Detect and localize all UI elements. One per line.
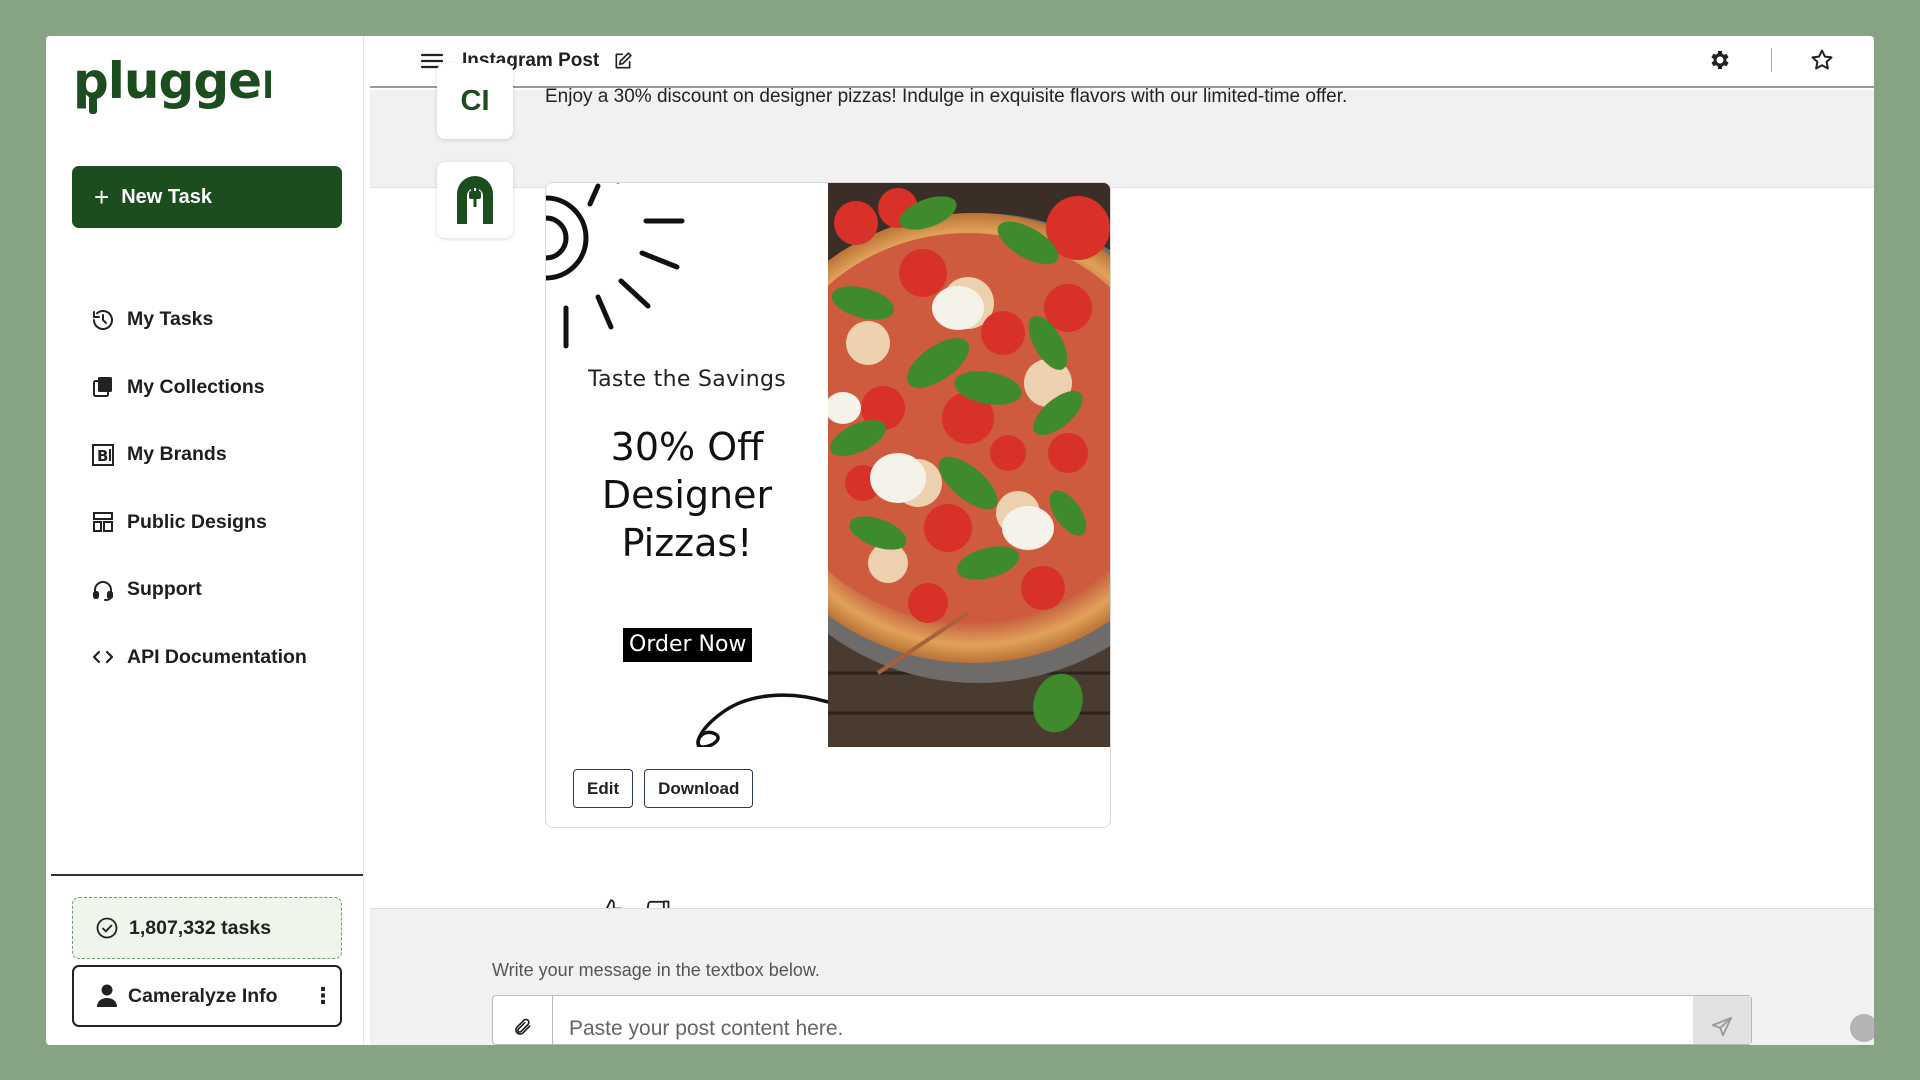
generated-design-image[interactable]: Taste the Savings 30% Off Designer Pizza…	[546, 183, 1110, 747]
edit-title-icon[interactable]	[613, 51, 633, 71]
sidebar-item-label: My Tasks	[127, 308, 214, 331]
send-button[interactable]	[1693, 996, 1751, 1044]
user-account-button[interactable]: Cameralyze Info ⋮	[72, 965, 342, 1027]
sidebar-item-label: Public Designs	[127, 510, 267, 533]
templates-icon	[93, 512, 113, 533]
collections-icon	[93, 377, 112, 398]
sidebar-item-my-collections[interactable]: My Collections	[91, 354, 351, 422]
headline-line: Designer	[601, 473, 773, 517]
bot-avatar	[437, 162, 513, 238]
paperclip-icon	[514, 1018, 530, 1035]
message-composer	[492, 995, 1752, 1045]
sidebar-item-my-brands[interactable]: B My Brands	[91, 421, 351, 489]
brand-icon: B	[92, 443, 114, 466]
plus-icon: +	[94, 182, 110, 212]
sidebar-item-my-tasks[interactable]: My Tasks	[91, 286, 351, 354]
sidebar-item-api-documentation[interactable]: API Documentation	[91, 624, 351, 692]
composer-hint: Write your message in the textbox below.	[492, 960, 820, 980]
svg-text:B: B	[97, 447, 108, 465]
edit-button[interactable]: Edit	[573, 769, 634, 808]
tasks-count-label: 1,807,332 tasks	[129, 916, 272, 939]
topbar-separator	[1771, 48, 1772, 72]
user-message-text: Enjoy a 30% discount on designer pizzas!…	[545, 86, 1348, 107]
sidebar-nav: My Tasks My Collections B My Brands Publ…	[91, 286, 351, 691]
user-name: Cameralyze Info	[128, 984, 278, 1007]
new-task-button[interactable]: + New Task	[72, 166, 342, 228]
sidebar-item-support[interactable]: Support	[91, 556, 351, 624]
plugger-bot-icon	[457, 176, 493, 224]
design-text-panel: Taste the Savings 30% Off Designer Pizza…	[546, 183, 828, 747]
sidebar-item-public-designs[interactable]: Public Designs	[91, 489, 351, 557]
history-icon	[93, 309, 113, 330]
sidebar-divider	[51, 874, 363, 876]
message-input[interactable]	[553, 996, 1693, 1044]
sun-doodle	[546, 183, 685, 349]
headset-icon	[93, 580, 113, 601]
swirl-doodle	[696, 693, 828, 747]
scroll-to-bottom-button[interactable]	[1850, 1014, 1878, 1042]
new-task-label: New Task	[121, 185, 212, 208]
pizza-photo	[828, 183, 1110, 747]
design-actions: Edit Download	[573, 769, 754, 808]
sidebar-item-label: API Documentation	[127, 645, 307, 668]
design-tagline: Taste the Savings	[587, 367, 787, 392]
attach-button[interactable]	[493, 996, 553, 1044]
tasks-count-badge: 1,807,332 tasks	[72, 897, 342, 959]
star-icon[interactable]	[1810, 48, 1834, 72]
more-vertical-icon[interactable]: ⋮	[306, 983, 340, 1009]
sidebar: plugger + New Task My Tasks My Collectio…	[46, 36, 364, 1045]
top-actions	[1707, 48, 1834, 72]
logo-text: plugger	[73, 52, 271, 110]
send-icon	[1711, 1016, 1733, 1037]
code-icon	[92, 651, 114, 664]
sidebar-item-label: My Brands	[127, 443, 227, 466]
user-icon	[97, 984, 117, 1007]
pizza-illustration	[828, 183, 1110, 747]
headline-line: 30% Off	[610, 425, 764, 469]
sidebar-item-label: Support	[127, 578, 202, 601]
design-result-card: Taste the Savings 30% Off Designer Pizza…	[545, 182, 1111, 828]
check-circle-icon	[96, 917, 118, 939]
user-avatar: CI	[437, 63, 513, 139]
design-order-now: Order Now	[623, 628, 753, 662]
top-bar: Instagram Post	[370, 36, 1874, 88]
design-headline: 30% Off Designer Pizzas!	[546, 423, 828, 567]
gear-icon[interactable]	[1707, 48, 1731, 72]
download-button[interactable]: Download	[644, 769, 754, 808]
headline-line: Pizzas!	[621, 521, 753, 565]
plugger-logo[interactable]: plugger	[71, 52, 271, 128]
sidebar-item-label: My Collections	[127, 375, 265, 398]
